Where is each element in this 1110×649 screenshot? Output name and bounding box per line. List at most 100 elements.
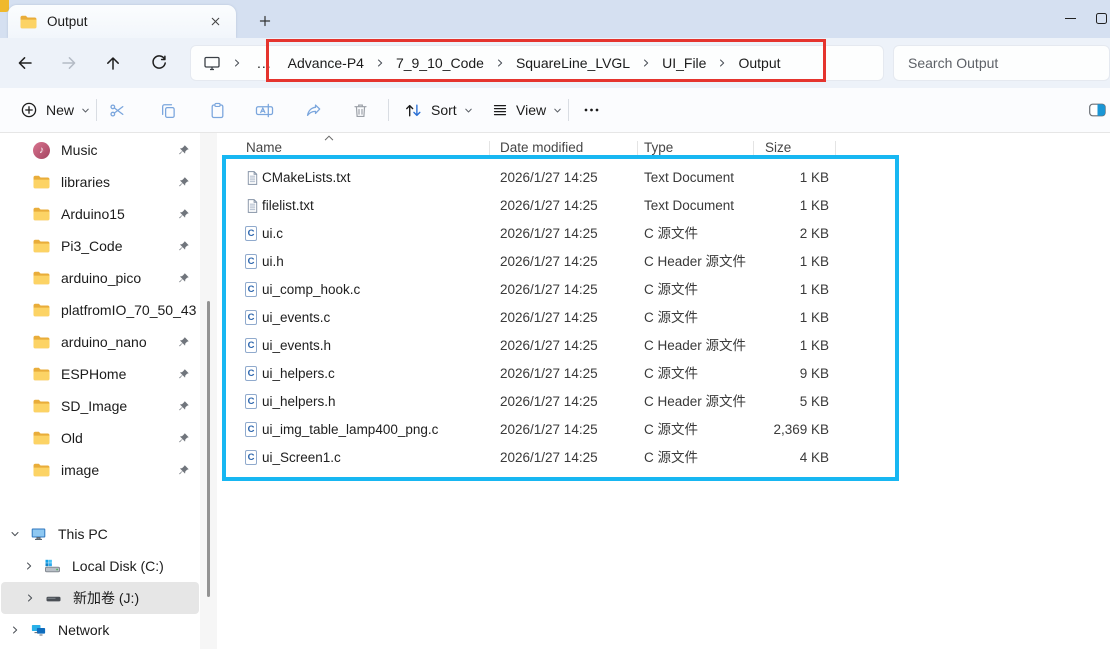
- chevron-right-icon[interactable]: [24, 592, 36, 604]
- search-box[interactable]: [893, 45, 1110, 81]
- pin-icon: [177, 240, 190, 253]
- rename-button[interactable]: [247, 94, 281, 126]
- copy-icon: [160, 102, 177, 119]
- view-lines-icon: [492, 102, 508, 118]
- details-pane-toggle[interactable]: [1080, 94, 1110, 126]
- sidebar-item-label: 新加卷 (J:): [73, 588, 139, 608]
- file-type: Text Document: [644, 192, 734, 220]
- share-button[interactable]: [296, 94, 330, 126]
- file-date-modified: 2026/1/27 14:25: [500, 332, 598, 360]
- file-row[interactable]: C ui_helpers.h 2026/1/27 14:25 C Header …: [218, 388, 898, 416]
- file-size: 4 KB: [745, 444, 829, 472]
- column-divider[interactable]: [753, 141, 754, 159]
- breadcrumb-item-label[interactable]: Advance-P4: [280, 51, 372, 75]
- breadcrumb-item-label[interactable]: 7_9_10_Code: [388, 51, 492, 75]
- maximize-button[interactable]: [1092, 0, 1110, 36]
- sidebar-item-label: ESPHome: [61, 366, 126, 382]
- refresh-icon: [150, 54, 168, 72]
- column-header-name[interactable]: Name: [246, 140, 282, 155]
- tab-title: Output: [47, 14, 88, 29]
- delete-button[interactable]: [343, 94, 377, 126]
- address-bar[interactable]: ... Advance-P4 7_9_10_Code SquareLine_LV…: [190, 45, 884, 81]
- file-row[interactable]: C ui_Screen1.c 2026/1/27 14:25 C 源文件 4 K…: [218, 444, 898, 472]
- sidebar-item-platfromio_70_50_43[interactable]: platfromIO_70_50_43: [0, 294, 200, 326]
- breadcrumb-item[interactable]: Advance-P4: [280, 51, 388, 75]
- sidebar-item-label: arduino_pico: [61, 270, 141, 286]
- scrollbar-thumb[interactable]: [207, 301, 210, 597]
- file-row[interactable]: CMakeLists.txt 2026/1/27 14:25 Text Docu…: [218, 164, 898, 192]
- new-button[interactable]: New: [12, 94, 99, 126]
- forward-icon: [60, 54, 78, 72]
- sidebar-item-pi3_code[interactable]: Pi3_Code: [0, 230, 200, 262]
- back-button[interactable]: [9, 47, 41, 79]
- chevron-down-icon[interactable]: [9, 528, 21, 540]
- column-divider[interactable]: [489, 141, 490, 159]
- sort-button[interactable]: Sort: [396, 94, 482, 126]
- pin-icon: [177, 336, 190, 349]
- c-source-file-icon: C: [245, 254, 257, 269]
- forward-button[interactable]: [53, 47, 85, 79]
- copy-button[interactable]: [151, 94, 185, 126]
- chevron-right-icon[interactable]: [9, 624, 21, 636]
- file-row[interactable]: filelist.txt 2026/1/27 14:25 Text Docume…: [218, 192, 898, 220]
- chevron-right-icon[interactable]: [23, 560, 35, 572]
- c-source-file-icon: C: [245, 338, 257, 353]
- sidebar-item-old[interactable]: Old: [0, 422, 200, 454]
- sidebar-item-arduino_pico[interactable]: arduino_pico: [0, 262, 200, 294]
- tab-close-icon[interactable]: [204, 11, 226, 33]
- file-row[interactable]: C ui_events.h 2026/1/27 14:25 C Header 源…: [218, 332, 898, 360]
- refresh-button[interactable]: [143, 47, 175, 79]
- sidebar-item-libraries[interactable]: libraries: [0, 166, 200, 198]
- breadcrumb-item-label[interactable]: Output: [730, 51, 788, 75]
- sidebar-scrollbar[interactable]: [200, 133, 217, 649]
- file-row[interactable]: C ui_events.c 2026/1/27 14:25 C 源文件 1 KB: [218, 304, 898, 332]
- breadcrumb-overflow[interactable]: ...: [249, 55, 280, 71]
- column-header-type[interactable]: Type: [644, 140, 673, 155]
- file-row[interactable]: C ui_comp_hook.c 2026/1/27 14:25 C 源文件 1…: [218, 276, 898, 304]
- sidebar-item-arduino15[interactable]: Arduino15: [0, 198, 200, 230]
- sidebar-item-sd_image[interactable]: SD_Image: [0, 390, 200, 422]
- file-row[interactable]: C ui_img_table_lamp400_png.c 2026/1/27 1…: [218, 416, 898, 444]
- breadcrumb-item-label[interactable]: SquareLine_LVGL: [508, 51, 638, 75]
- file-row[interactable]: C ui.h 2026/1/27 14:25 C Header 源文件 1 KB: [218, 248, 898, 276]
- file-type: C Header 源文件: [644, 388, 746, 416]
- breadcrumb-item[interactable]: SquareLine_LVGL: [508, 51, 654, 75]
- breadcrumb-item-label[interactable]: UI_File: [654, 51, 714, 75]
- breadcrumb-item[interactable]: UI_File: [654, 51, 730, 75]
- explorer-tab-output[interactable]: Output: [8, 5, 236, 38]
- sidebar-tree-item-diskwin[interactable]: Local Disk (C:): [0, 550, 200, 582]
- column-divider[interactable]: [835, 141, 836, 159]
- folder-icon: [33, 463, 50, 477]
- minimize-button[interactable]: [1048, 0, 1092, 36]
- new-tab-button[interactable]: [252, 9, 278, 33]
- breadcrumb-item[interactable]: 7_9_10_Code: [388, 51, 508, 75]
- sidebar-tree-item-thispc[interactable]: This PC: [0, 518, 200, 550]
- chevron-right-icon: [231, 57, 243, 69]
- search-input[interactable]: [894, 46, 1109, 80]
- sidebar-item-esphome[interactable]: ESPHome: [0, 358, 200, 390]
- view-button[interactable]: View: [484, 94, 571, 126]
- sidebar-item-arduino_nano[interactable]: arduino_nano: [0, 326, 200, 358]
- sidebar-item-image[interactable]: image: [0, 454, 200, 486]
- sort-button-label: Sort: [431, 102, 457, 118]
- paste-button[interactable]: [200, 94, 234, 126]
- column-divider[interactable]: [637, 141, 638, 159]
- sidebar-tree-item-network[interactable]: Network: [0, 614, 200, 646]
- file-row[interactable]: C ui.c 2026/1/27 14:25 C 源文件 2 KB: [218, 220, 898, 248]
- sidebar-item-music[interactable]: ♪ Music: [0, 134, 200, 166]
- more-options-button[interactable]: [574, 94, 608, 126]
- file-type: C Header 源文件: [644, 248, 746, 276]
- up-button[interactable]: [97, 47, 129, 79]
- cut-button[interactable]: [100, 94, 134, 126]
- file-size: 1 KB: [745, 304, 829, 332]
- file-name: ui_Screen1.c: [262, 444, 341, 472]
- breadcrumb-item[interactable]: Output: [730, 51, 788, 75]
- c-source-file-icon: C: [245, 366, 257, 381]
- column-header-size[interactable]: Size: [765, 140, 791, 155]
- file-row[interactable]: C ui_helpers.c 2026/1/27 14:25 C 源文件 9 K…: [218, 360, 898, 388]
- sidebar-tree-item-disk[interactable]: 新加卷 (J:): [1, 582, 199, 614]
- folder-icon: [33, 239, 50, 253]
- sidebar-item-label: Pi3_Code: [61, 238, 123, 254]
- column-header-date[interactable]: Date modified: [500, 140, 583, 155]
- file-name: ui.h: [262, 248, 284, 276]
